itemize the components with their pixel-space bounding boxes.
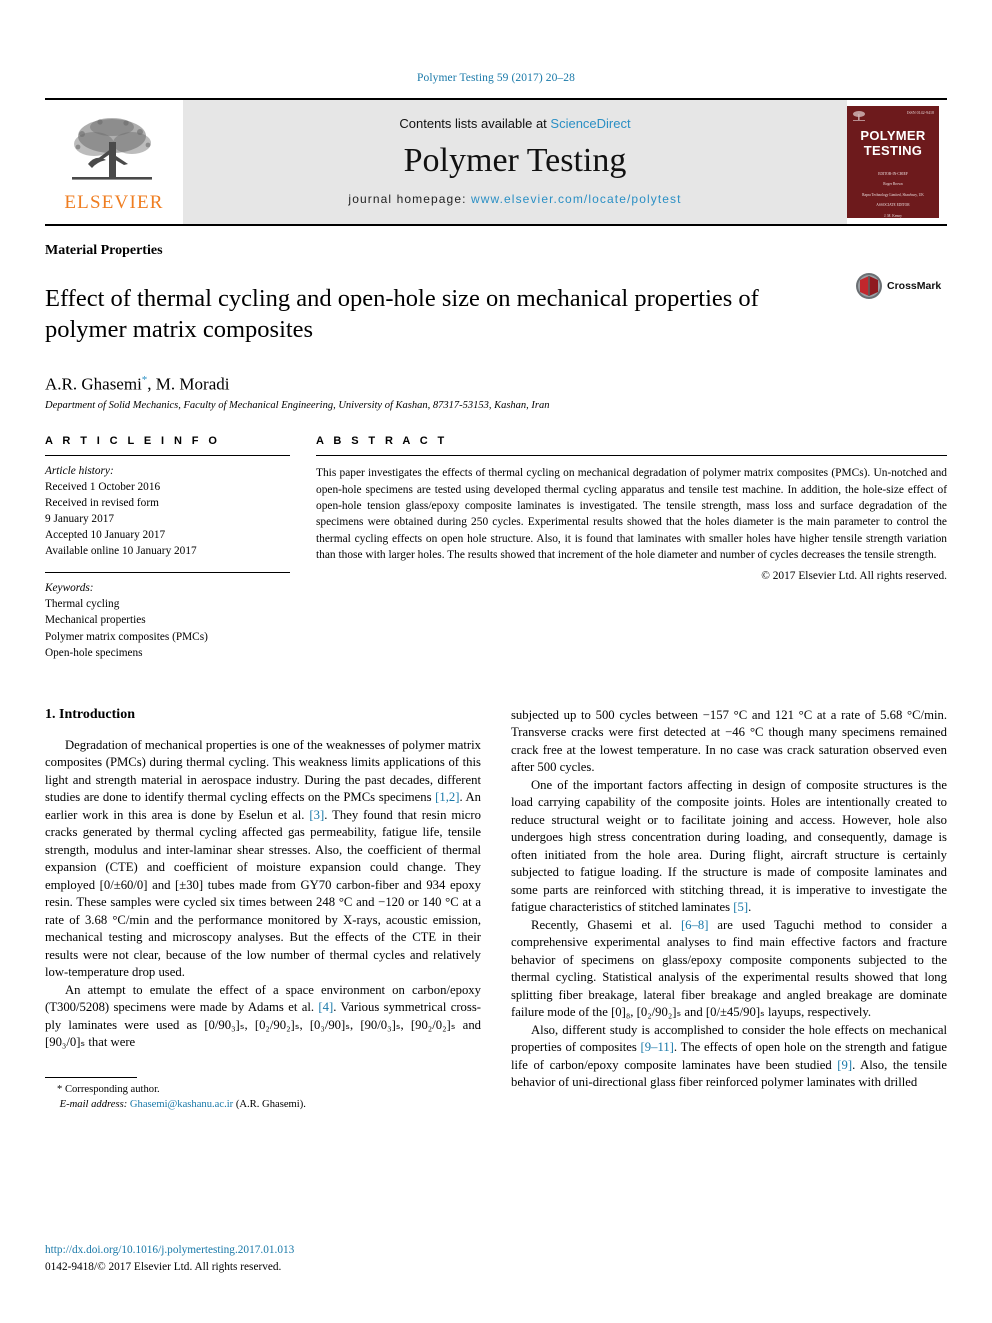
cover-title-line-1: POLYMER: [860, 128, 926, 143]
elsevier-logo: ELSEVIER: [45, 100, 183, 224]
crossmark-icon: [856, 273, 882, 299]
email-owner: (A.R. Ghasemi).: [235, 1098, 306, 1110]
paragraph: An attempt to emulate the effect of a sp…: [45, 982, 481, 1052]
sciencedirect-link[interactable]: ScienceDirect: [550, 116, 630, 131]
cover-meta-line: Rapra Technology Limited, Shawbury, UK: [862, 192, 924, 197]
journal-masthead: ELSEVIER Contents lists available at Sci…: [45, 98, 947, 226]
page-footer: http://dx.doi.org/10.1016/j.polymertesti…: [45, 1242, 294, 1275]
cover-issn-text: ISSN 0142-9418: [906, 110, 934, 115]
crossmark-badge[interactable]: CrossMark: [855, 272, 941, 300]
contents-available-line: Contents lists available at ScienceDirec…: [399, 116, 630, 131]
paragraph-text: layups, respectively.: [764, 1005, 872, 1020]
abstract-column: A B S T R A C T This paper investigates …: [316, 435, 947, 660]
divider: [316, 455, 947, 457]
paper-page: Polymer Testing 59 (2017) 20–28 ELSEVIER…: [0, 0, 992, 1323]
issn-copyright-line: 0142-9418/© 2017 Elsevier Ltd. All right…: [45, 1260, 282, 1273]
cover-meta-line: ASSOCIATE EDITOR: [876, 203, 910, 208]
title-row: Effect of thermal cycling and open-hole …: [45, 268, 947, 362]
body-column-left: 1. Introduction Degradation of mechanica…: [45, 707, 481, 1113]
affiliation: Department of Solid Mechanics, Faculty o…: [45, 400, 550, 412]
paragraph-text: Recently, Ghasemi et al.: [531, 917, 681, 932]
contents-prefix: Contents lists available at: [399, 115, 551, 131]
citation-link[interactable]: [3]: [309, 808, 324, 822]
paragraph-text: One of the important factors affecting i…: [511, 777, 947, 915]
footnote-divider: [45, 1076, 137, 1078]
author-list: A.R. Ghasemi*, M. Moradi: [45, 374, 947, 395]
body-columns: 1. Introduction Degradation of mechanica…: [45, 707, 947, 1113]
article-history-label: Article history:: [45, 465, 114, 478]
citation-link[interactable]: [9–11]: [641, 1040, 674, 1054]
page-title: Effect of thermal cycling and open-hole …: [45, 285, 759, 343]
keywords-block: Keywords: Thermal cycling Mechanical pro…: [45, 572, 290, 660]
citation-link[interactable]: [1,2]: [435, 790, 459, 804]
citation-link[interactable]: [5]: [733, 900, 748, 914]
paragraph: subjected up to 500 cycles between −157 …: [511, 707, 947, 775]
paragraph: Also, different study is accomplished to…: [511, 1022, 947, 1092]
corresponding-author-footnote: * Corresponding author. E-mail address: …: [45, 1072, 481, 1113]
author-secondary: , M. Moradi: [147, 374, 230, 394]
homepage-prefix: journal homepage:: [348, 192, 471, 207]
journal-cover-thumbnail: ISSN 0142-9418 POLYMER TESTING EDITOR-IN…: [847, 106, 939, 218]
masthead-center: Contents lists available at ScienceDirec…: [183, 100, 847, 224]
cover-metadata: EDITOR-IN-CHIEF Roger Brown Rapra Techno…: [854, 172, 932, 218]
abstract-copyright: © 2017 Elsevier Ltd. All rights reserved…: [761, 569, 947, 582]
paragraph: One of the important factors affecting i…: [511, 777, 947, 917]
paragraph-text: that were: [85, 1035, 136, 1050]
divider: [45, 455, 290, 457]
divider: [45, 572, 290, 574]
author-primary: A.R. Ghasemi: [45, 374, 142, 394]
keywords-list: Keywords: Thermal cycling Mechanical pro…: [45, 580, 290, 660]
email-address-label: E-mail address:: [59, 1098, 128, 1110]
paragraph: Degradation of mechanical properties is …: [45, 737, 481, 982]
keyword-item: Thermal cycling: [45, 598, 120, 611]
body-column-right: subjected up to 500 cycles between −157 …: [511, 707, 947, 1113]
info-abstract-block: A R T I C L E I N F O Article history: R…: [45, 435, 947, 660]
journal-homepage-line: journal homepage: www.elsevier.com/locat…: [348, 192, 681, 206]
cover-title-line-2: TESTING: [863, 142, 923, 158]
history-item: Accepted 10 January 2017: [45, 529, 166, 542]
section-label: Material Properties: [45, 243, 163, 258]
crossmark-label: CrossMark: [887, 280, 942, 292]
heading-introduction: 1. Introduction: [45, 706, 135, 722]
running-head: Polymer Testing 59 (2017) 20–28: [417, 72, 575, 84]
paragraph-text: Degradation of mechanical properties is …: [45, 737, 481, 805]
footnote-email-line: E-mail address: Ghasemi@kashanu.ac.ir (A…: [45, 1098, 481, 1113]
paragraph-text: .: [748, 900, 752, 915]
journal-title: Polymer Testing: [403, 141, 627, 179]
abstract-heading: A B S T R A C T: [316, 435, 448, 448]
article-info-heading: A R T I C L E I N F O: [45, 435, 221, 448]
elsevier-tree-icon: [72, 118, 152, 180]
cover-top-row: ISSN 0142-9418: [847, 106, 939, 122]
cover-journal-title: POLYMER TESTING: [860, 128, 926, 158]
paragraph-text: . They found that resin micro cracks gen…: [45, 807, 481, 980]
email-link[interactable]: Ghasemi@kashanu.ac.ir: [130, 1099, 233, 1110]
keyword-item: Mechanical properties: [45, 614, 146, 627]
article-history: Article history: Received 1 October 2016…: [45, 463, 290, 559]
cover-meta-line: EDITOR-IN-CHIEF: [878, 172, 908, 177]
layup-notation: [0]₈, [0₂/90₂]ₛ and [0/±45/90]ₛ: [611, 1005, 765, 1020]
doi-link[interactable]: http://dx.doi.org/10.1016/j.polymertesti…: [45, 1242, 294, 1258]
history-item: Received in revised form: [45, 497, 159, 510]
cover-elsevier-tree-icon: [853, 111, 865, 121]
history-item: Received 1 October 2016: [45, 481, 161, 494]
paragraph: Recently, Ghasemi et al. [6–8] are used …: [511, 917, 947, 1022]
citation-link[interactable]: [6–8]: [681, 918, 708, 932]
cover-meta-line: J. M. Kenny: [884, 213, 902, 218]
keyword-item: Open-hole specimens: [45, 646, 143, 659]
article-info-column: A R T I C L E I N F O Article history: R…: [45, 435, 290, 660]
footnote-line: * Corresponding author.: [45, 1083, 481, 1098]
journal-homepage-link[interactable]: www.elsevier.com/locate/polytest: [471, 192, 682, 206]
citation-link[interactable]: [9]: [837, 1058, 852, 1072]
footnote-corresponding-text: Corresponding author.: [62, 1083, 160, 1095]
keywords-label: Keywords:: [45, 582, 94, 595]
history-item: 9 January 2017: [45, 513, 115, 526]
abstract-text: This paper investigates the effects of t…: [316, 467, 947, 562]
elsevier-wordmark: ELSEVIER: [64, 192, 164, 213]
citation-link[interactable]: [4]: [318, 1000, 333, 1014]
cover-meta-line: Roger Brown: [883, 182, 903, 187]
keyword-item: Polymer matrix composites (PMCs): [45, 630, 208, 643]
history-item: Available online 10 January 2017: [45, 545, 197, 558]
